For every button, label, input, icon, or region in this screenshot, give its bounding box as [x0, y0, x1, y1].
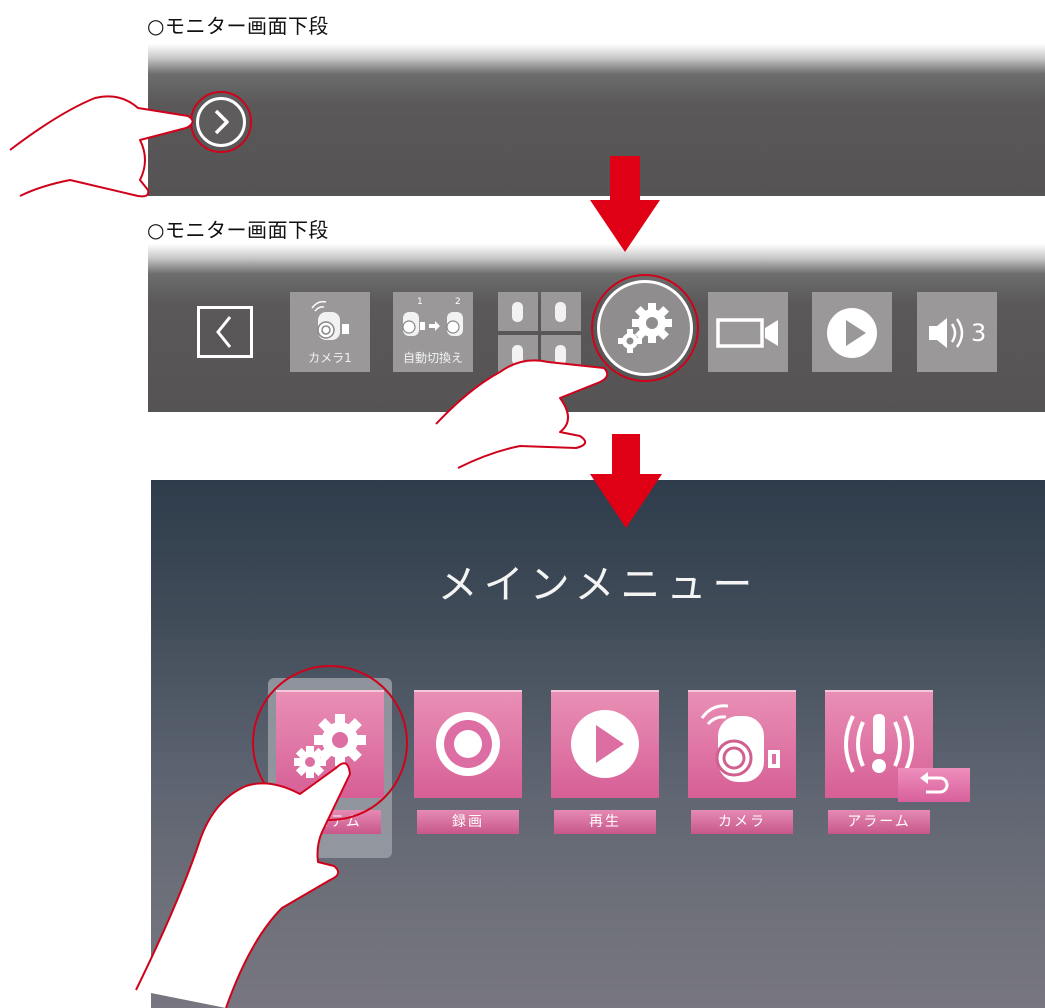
highlight-ring-system — [252, 665, 408, 821]
camera-1-button[interactable]: カメラ1 — [290, 292, 370, 372]
volume-button[interactable]: 3 — [917, 292, 997, 372]
play-icon — [827, 308, 877, 358]
menu-item-label: 録画 — [417, 810, 519, 834]
caption-second: ○モニター画面下段 — [147, 218, 329, 242]
auto-switch-cam-b: 2 — [455, 297, 461, 307]
chevron-left-icon — [216, 316, 232, 348]
monitor-bottom-bar-collapsed — [148, 44, 1045, 196]
playback-button[interactable] — [812, 292, 892, 372]
auto-switch-cam-a: 1 — [417, 297, 423, 307]
volume-level: 3 — [971, 319, 987, 347]
menu-item-alarm[interactable]: アラーム — [825, 690, 933, 834]
auto-switch-label: 自動切換え — [402, 351, 463, 365]
return-arrow-icon — [920, 772, 949, 794]
menu-item-camera[interactable]: カメラ — [688, 690, 796, 834]
camera-switch-icon — [402, 312, 463, 336]
highlight-ring-expand — [190, 91, 252, 153]
menu-item-label: カメラ — [691, 810, 793, 834]
return-button[interactable] — [898, 768, 970, 802]
video-record-icon — [716, 318, 778, 348]
camera-icon — [311, 300, 349, 340]
menu-item-label: 再生 — [554, 810, 656, 834]
auto-switch-button[interactable]: 1 2 自動切換え — [393, 292, 473, 372]
menu-item-playback[interactable]: 再生 — [551, 690, 659, 834]
play-icon — [571, 710, 639, 778]
record-icon — [436, 712, 500, 776]
caption-first: ○モニター画面下段 — [147, 14, 329, 38]
quad-camera-icon — [512, 302, 566, 365]
quad-view-button[interactable] — [498, 292, 582, 374]
record-button[interactable] — [708, 292, 788, 372]
menu-item-label: アラーム — [828, 810, 930, 834]
collapse-menu-button[interactable] — [197, 306, 253, 358]
highlight-ring-settings — [591, 274, 699, 382]
page-title: メインメニュー — [437, 562, 759, 608]
menu-item-record[interactable]: 録画 — [414, 690, 522, 834]
camera-1-label: カメラ1 — [308, 351, 352, 365]
camera-icon — [700, 704, 780, 782]
